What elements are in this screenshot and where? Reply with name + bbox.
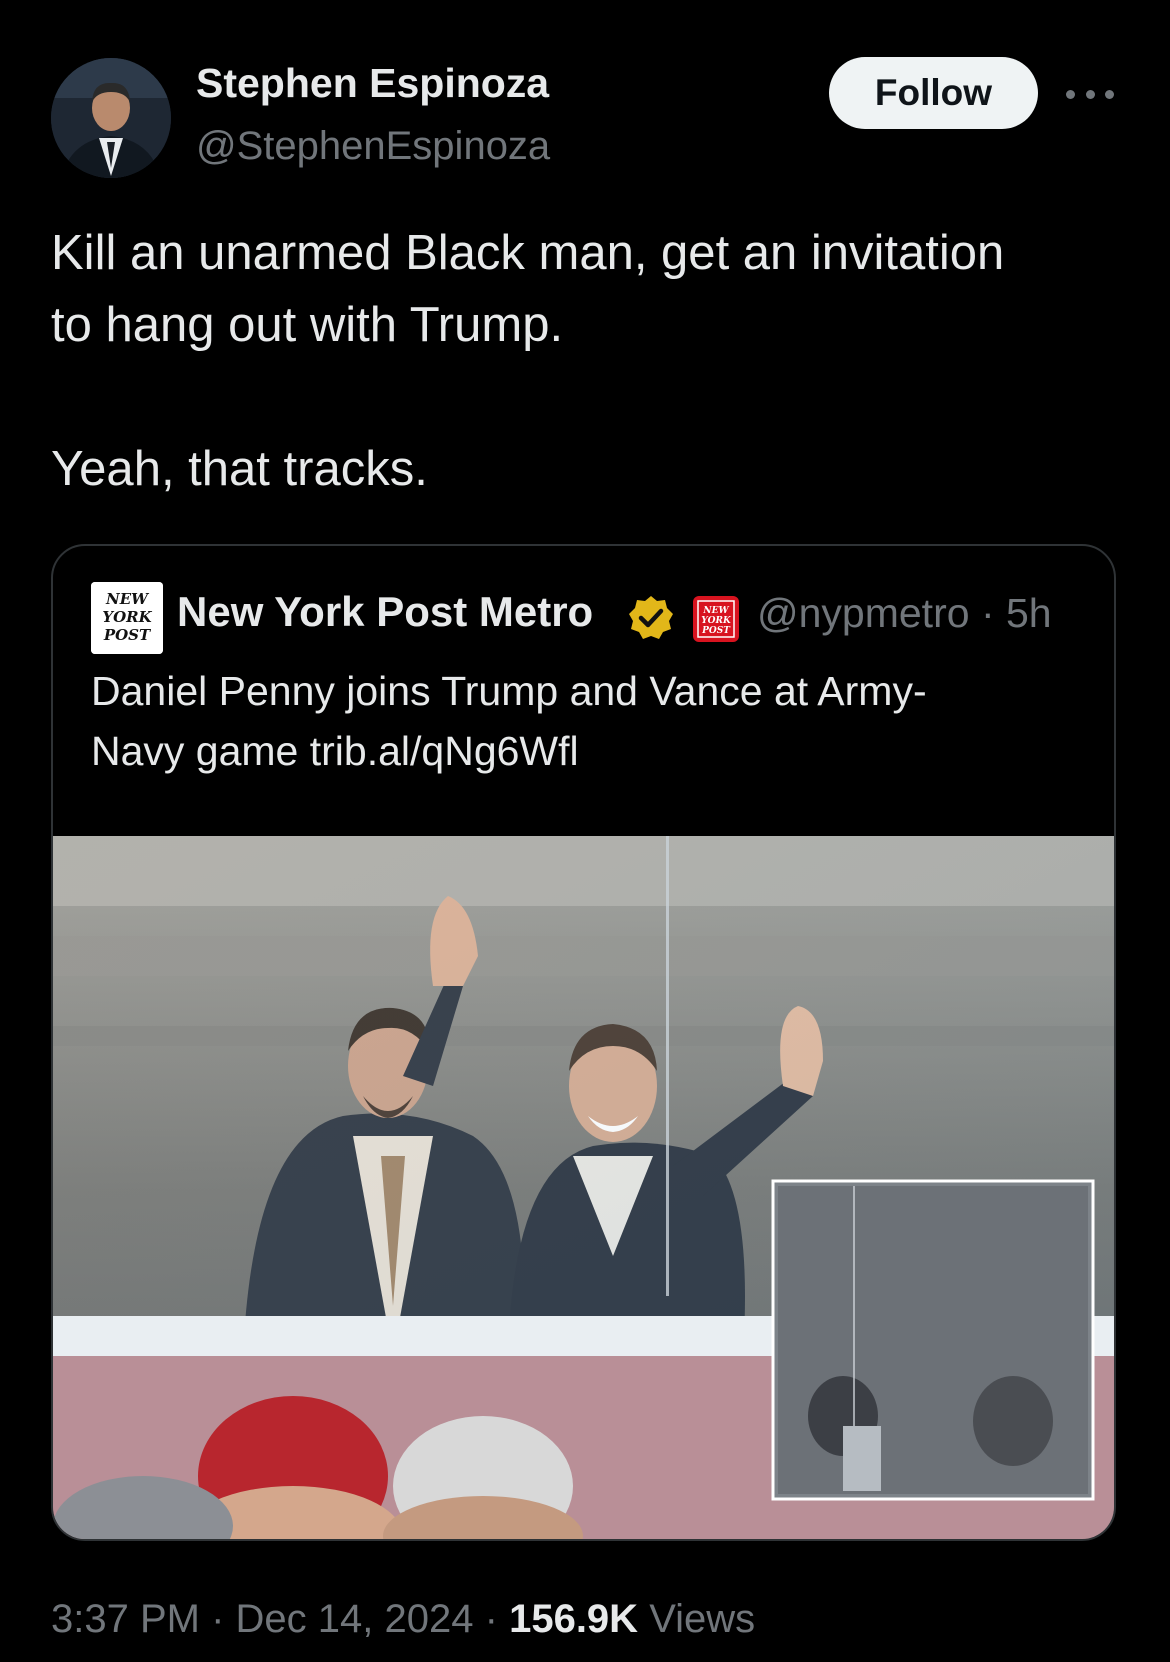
quoted-tweet-card[interactable]: NEW YORK POST New York Post Metro NEW YO… [51,544,1116,1541]
new-york-post-affiliate-icon: NEW YORK POST [693,596,739,642]
tweet-text-line: to hang out with Trump. [51,298,564,352]
logo-text: POST [701,626,731,636]
tweet-meta: 3:37 PM · Dec 14, 2024 · 156.9K Views [51,1597,755,1642]
new-york-post-logo-icon: NEW YORK POST [91,582,163,654]
person-in-suit-avatar [51,58,171,178]
tweet-date[interactable]: Dec 14, 2024 [236,1597,474,1641]
separator: · [211,1597,225,1641]
separator: · [980,590,995,636]
gold-verified-badge-icon [629,596,673,639]
quoted-author-name-text: New York Post Metro [177,588,594,635]
author-name[interactable]: Stephen Espinoza [196,60,549,107]
follow-button[interactable]: Follow [829,57,1038,129]
photo-men-waving-from-stadium-box-with-inset[interactable] [53,836,1116,1541]
quoted-author-name[interactable]: New York Post Metro [177,588,597,644]
avatar[interactable] [51,58,171,178]
logo-text: NEW [105,590,150,608]
quoted-time: 5h [1006,590,1052,636]
quoted-handle: @nypmetro [757,590,970,636]
views-label: Views [649,1597,756,1641]
author-handle[interactable]: @StephenEspinoza [196,124,550,169]
more-horizontal-icon[interactable] [1066,84,1114,104]
quoted-handle-time[interactable]: @nypmetro · 5h [757,590,1052,637]
tweet-text-line: Yeah, that tracks. [51,442,428,496]
quoted-text-line: Daniel Penny joins Trump and Vance at Ar… [91,668,927,714]
quoted-text-line: Navy game trib.al/qNg6Wfl [91,728,579,774]
logo-text: YORK [701,616,732,626]
tweet-text-line: Kill an unarmed Black man, get an invita… [51,226,1005,280]
separator: · [484,1597,498,1641]
logo-text: NEW [702,606,729,616]
views-count: 156.9K [509,1597,639,1641]
logo-text: YORK [102,608,152,626]
tweet-time[interactable]: 3:37 PM [51,1597,200,1641]
logo-text: POST [103,626,152,644]
